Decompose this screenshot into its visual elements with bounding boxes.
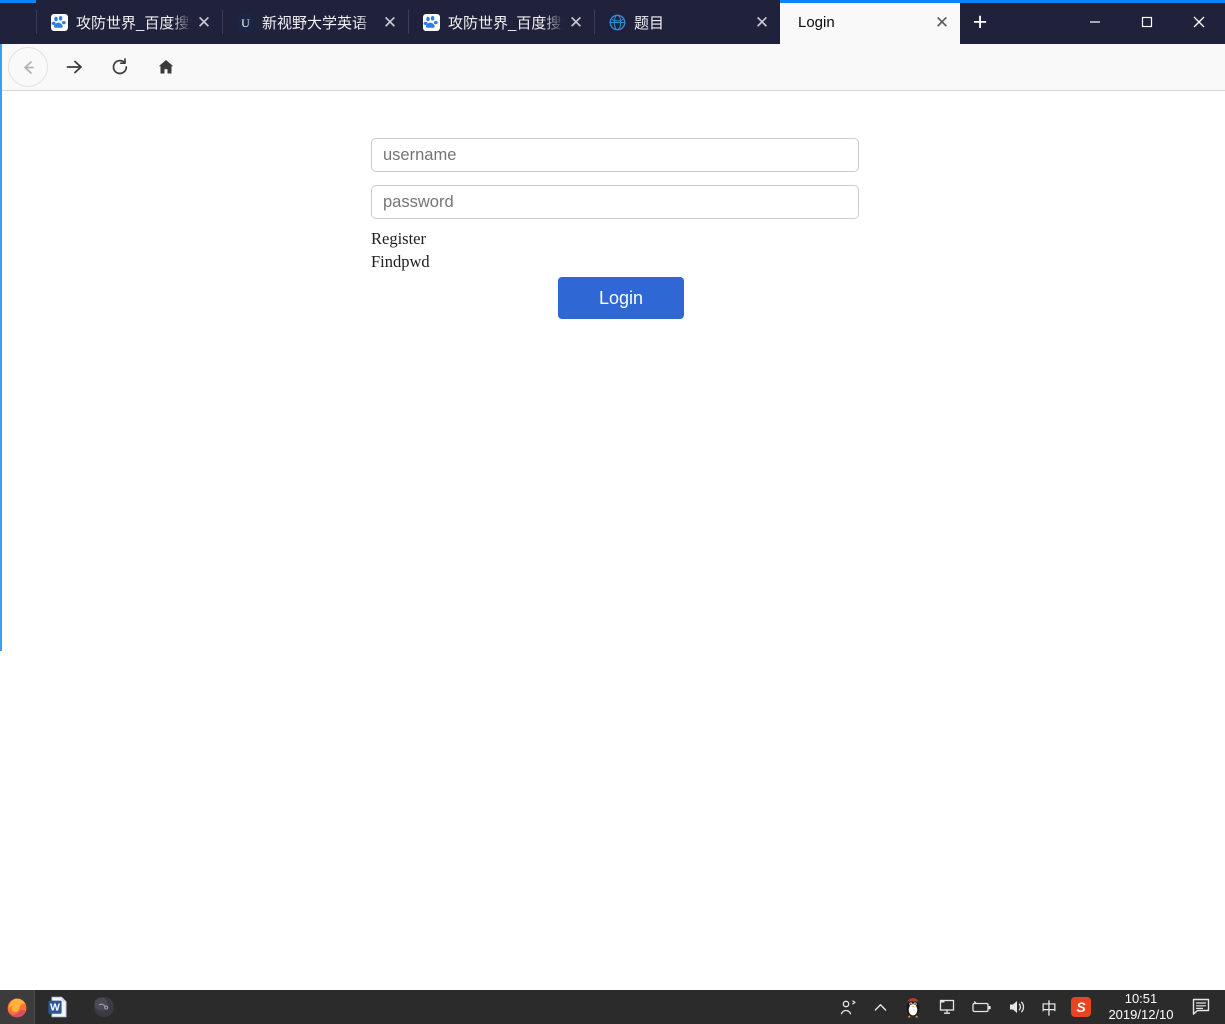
clock-time: 10:51 (1124, 991, 1158, 1006)
tab-separator (222, 10, 223, 34)
tab-title: 新视野大学英语 (262, 14, 368, 32)
forward-arrow-icon[interactable] (54, 47, 94, 87)
word-icon[interactable]: W (35, 990, 81, 1024)
clock-date: 2019/12/10 (1108, 1007, 1174, 1022)
tab-close-icon[interactable]: ✕ (930, 10, 954, 34)
navigation-toolbar: 111.198.29.45:45614/index.php?module=log… (0, 44, 1225, 129)
battery-icon[interactable] (964, 990, 1000, 1024)
qq-penguin-icon[interactable] (896, 990, 930, 1024)
back-arrow-icon[interactable] (8, 47, 48, 87)
volume-icon[interactable] (1000, 990, 1034, 1024)
svg-text:U: U (241, 16, 250, 30)
findpwd-link[interactable]: Findpwd (371, 252, 430, 272)
browser-tab[interactable]: 攻防世界_百度搜索 ✕ (36, 0, 222, 44)
tab-separator (36, 10, 37, 34)
tab-title: Login (798, 13, 835, 31)
action-center-icon[interactable] (1184, 990, 1225, 1024)
tab-bar: 攻防世界_百度搜索 ✕ U 新视野大学英语 ✕ 攻防世界_百度搜索 ✕ 题目 ✕… (0, 0, 1225, 44)
tab-close-icon[interactable]: ✕ (192, 10, 216, 34)
password-input[interactable]: password (371, 185, 859, 219)
baidu-icon (50, 13, 68, 31)
login-button[interactable]: Login (558, 277, 684, 319)
window-controls (1069, 0, 1225, 44)
dark-sphere-icon[interactable] (81, 990, 127, 1024)
password-placeholder: password (383, 192, 454, 211)
active-tab-accent (780, 0, 960, 3)
windows-taskbar: W 中 S 10:51 2019/12/10 (0, 990, 1225, 1024)
register-link[interactable]: Register (371, 229, 426, 249)
username-input[interactable]: username (371, 138, 859, 172)
browser-window: 攻防世界_百度搜索 ✕ U 新视野大学英语 ✕ 攻防世界_百度搜索 ✕ 题目 ✕… (0, 0, 1225, 1024)
tab-title: 攻防世界_百度搜索 (76, 14, 192, 32)
browser-tab-active[interactable]: Login ✕ (780, 0, 960, 44)
people-share-icon[interactable] (832, 990, 865, 1024)
browser-tab[interactable]: U 新视野大学英语 ✕ (222, 0, 408, 44)
taskbar-clock[interactable]: 10:51 2019/12/10 (1098, 990, 1184, 1024)
new-tab-button[interactable]: + (960, 0, 1000, 44)
tabs-strip: 攻防世界_百度搜索 ✕ U 新视野大学英语 ✕ 攻防世界_百度搜索 ✕ 题目 ✕… (0, 0, 1000, 44)
tab-close-icon[interactable]: ✕ (378, 10, 402, 34)
reload-icon[interactable] (100, 47, 140, 87)
sogou-input-icon[interactable]: S (1064, 990, 1098, 1024)
tab-separator (594, 10, 595, 34)
tab-close-icon[interactable]: ✕ (564, 10, 588, 34)
browser-tab[interactable]: 攻防世界_百度搜索 ✕ (408, 0, 594, 44)
maximize-button[interactable] (1121, 0, 1173, 44)
content-left-accent (0, 91, 2, 651)
globe-icon (608, 13, 626, 31)
browser-tab[interactable]: 题目 ✕ (594, 0, 780, 44)
home-icon[interactable] (146, 47, 186, 87)
tab-title: 题目 (634, 14, 665, 32)
firefox-icon[interactable] (0, 990, 34, 1024)
minimize-button[interactable] (1069, 0, 1121, 44)
network-monitor-icon[interactable] (930, 990, 964, 1024)
svg-text:W: W (50, 1002, 60, 1014)
tab-close-icon[interactable]: ✕ (750, 10, 774, 34)
baidu-icon (422, 13, 440, 31)
ime-chinese-icon[interactable]: 中 (1034, 990, 1064, 1024)
page-content: username password Register Findpwd Login (0, 91, 1225, 990)
system-tray: 中 S 10:51 2019/12/10 (832, 990, 1225, 1024)
tab-title: 攻防世界_百度搜索 (448, 14, 564, 32)
tab-separator (408, 10, 409, 34)
u-campus-icon: U (236, 13, 254, 31)
window-left-accent (0, 44, 2, 91)
show-hidden-icons-chevron-up-icon[interactable] (865, 990, 896, 1024)
close-button[interactable] (1173, 0, 1225, 44)
username-placeholder: username (383, 145, 457, 164)
